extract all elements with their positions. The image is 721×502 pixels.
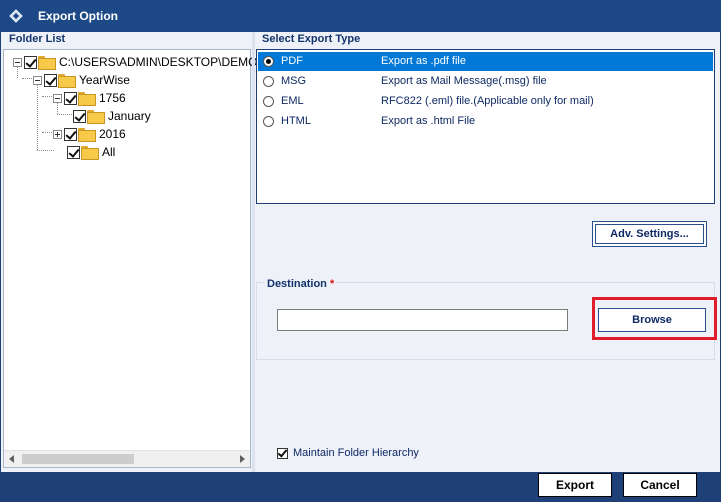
tree-node-label: All [102, 145, 116, 159]
scroll-right-icon[interactable] [240, 455, 245, 463]
tree-node-1756[interactable]: 1756 [53, 90, 126, 106]
radio-button[interactable] [263, 76, 274, 87]
collapse-icon[interactable] [53, 93, 62, 103]
tree-checkbox[interactable] [64, 91, 77, 105]
adv-settings-button[interactable]: Adv. Settings... [592, 221, 707, 247]
expand-icon[interactable] [53, 129, 62, 139]
folder-tree[interactable]: C:\USERS\ADMIN\DESKTOP\DEMO YearWise 175… [3, 49, 257, 468]
tree-node-label: 1756 [99, 91, 126, 105]
folder-icon [58, 74, 76, 88]
app-icon [9, 9, 23, 23]
tree-node-label: C:\USERS\ADMIN\DESKTOP\DEMO [59, 55, 258, 69]
tree-node-label: 2016 [99, 127, 126, 141]
tree-checkbox[interactable] [64, 127, 77, 141]
export-option-pdf[interactable]: PDF Export as .pdf file [258, 52, 713, 71]
option-name: HTML [281, 115, 311, 127]
tree-line [37, 150, 54, 151]
option-description: Export as .html File [381, 115, 476, 127]
window-title: Export Option [38, 9, 118, 23]
option-description: Export as .pdf file [381, 55, 466, 67]
tree-node-root[interactable]: C:\USERS\ADMIN\DESKTOP\DEMO [13, 54, 257, 70]
title-bar: Export Option [0, 0, 721, 32]
maintain-hierarchy-label: Maintain Folder Hierarchy [293, 447, 419, 459]
maintain-hierarchy-checkbox[interactable] [277, 447, 288, 459]
radio-button[interactable] [263, 56, 274, 67]
highlight-box [592, 297, 717, 340]
scrollbar-thumb[interactable] [22, 454, 134, 464]
option-name: MSG [281, 75, 307, 87]
tree-node-2016[interactable]: 2016 [53, 126, 126, 142]
folder-list-label: Folder List [9, 33, 66, 45]
export-option-html[interactable]: HTML Export as .html File [258, 112, 713, 131]
destination-input[interactable] [277, 309, 568, 331]
tree-line [57, 114, 72, 115]
tree-checkbox[interactable] [24, 55, 37, 69]
collapse-icon[interactable] [33, 75, 42, 85]
destination-label-text: Destination [267, 278, 327, 290]
folder-icon [81, 146, 99, 160]
tree-node-yearwise[interactable]: YearWise [33, 72, 130, 88]
tree-checkbox[interactable] [44, 73, 57, 87]
export-option-eml[interactable]: EML RFC822 (.eml) file.(Applicable only … [258, 92, 713, 111]
cancel-button[interactable]: Cancel [623, 473, 697, 497]
required-marker: * [329, 278, 335, 290]
maintain-hierarchy-option[interactable]: Maintain Folder Hierarchy [277, 447, 419, 459]
folder-icon [87, 110, 105, 124]
panel-splitter[interactable] [252, 32, 255, 472]
dialog-content: Folder List C:\USERS\ADMIN\DESKTOP\DEMO … [1, 32, 720, 472]
scroll-left-icon[interactable] [9, 455, 14, 463]
tree-node-all[interactable]: All [67, 144, 115, 160]
horizontal-scrollbar[interactable] [4, 450, 250, 467]
export-option-msg[interactable]: MSG Export as Mail Message(.msg) file [258, 72, 713, 91]
option-description: RFC822 (.eml) file.(Applicable only for … [381, 95, 594, 107]
tree-node-label: January [108, 109, 151, 123]
tree-node-label: YearWise [79, 73, 130, 87]
tree-node-january[interactable]: January [73, 108, 151, 124]
option-name: EML [281, 95, 304, 107]
option-name: PDF [281, 55, 303, 67]
collapse-icon[interactable] [13, 57, 22, 67]
tree-checkbox[interactable] [73, 109, 86, 123]
radio-button[interactable] [263, 116, 274, 127]
destination-label: Destination * [265, 278, 337, 290]
export-type-label: Select Export Type [262, 33, 361, 45]
radio-button[interactable] [263, 96, 274, 107]
folder-icon [78, 128, 96, 142]
option-description: Export as Mail Message(.msg) file [381, 75, 547, 87]
folder-icon [78, 92, 96, 106]
folder-icon [38, 56, 56, 70]
tree-checkbox[interactable] [67, 145, 80, 159]
export-button[interactable]: Export [538, 473, 612, 497]
tree-line [37, 82, 38, 150]
export-type-list[interactable]: PDF Export as .pdf file MSG Export as Ma… [256, 49, 715, 204]
